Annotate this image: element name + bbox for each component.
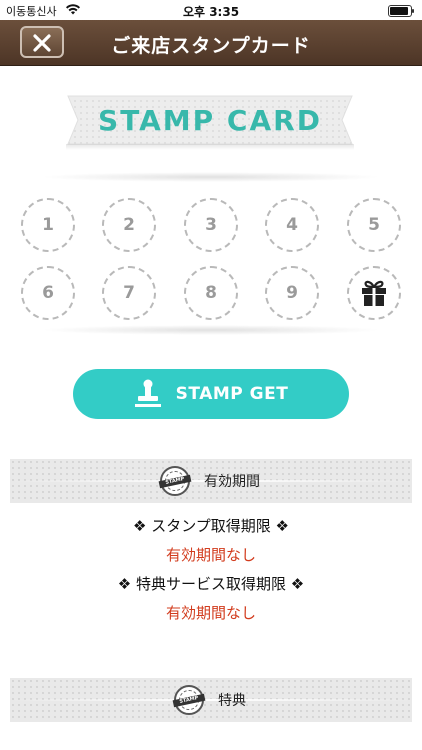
validity-section-header: STAMP 有効期間 bbox=[10, 459, 412, 503]
stamp-icon bbox=[134, 379, 161, 407]
stamp-slot: 3 bbox=[184, 198, 238, 252]
benefit-deadline-heading: ❖ 特典サービス取得期限 ❖ bbox=[117, 575, 305, 593]
stamp-slot: 9 bbox=[265, 266, 319, 320]
divider bbox=[40, 172, 382, 182]
gift-icon bbox=[362, 280, 386, 306]
stamp-slot: 1 bbox=[21, 198, 75, 252]
page-title: ご来店スタンプカード bbox=[111, 35, 311, 57]
stamp-slot: 6 bbox=[21, 266, 75, 320]
status-bar: 이동통신사 오후 3:35 bbox=[0, 0, 422, 20]
section-title: 有効期間 bbox=[204, 474, 260, 490]
section-title: 特典 bbox=[218, 693, 246, 709]
clock: 오후 3:35 bbox=[182, 5, 240, 19]
stamp-get-label: STAMP GET bbox=[175, 384, 289, 404]
stamp-slot: 5 bbox=[347, 198, 401, 252]
stamp-seal-icon: STAMP bbox=[158, 466, 192, 496]
stamp-deadline-heading: ❖ スタンプ取得期限 ❖ bbox=[133, 517, 289, 535]
stamp-slot: 4 bbox=[265, 198, 319, 252]
stamp-seal-icon: STAMP bbox=[172, 685, 206, 715]
stamp-slot: 2 bbox=[102, 198, 156, 252]
divider bbox=[40, 325, 382, 335]
navigation-bar: ご来店スタンプカード bbox=[0, 20, 422, 66]
stamp-get-button[interactable]: STAMP GET bbox=[73, 369, 349, 419]
stamp-deadline-value: 有効期間なし bbox=[165, 546, 256, 564]
close-icon bbox=[33, 34, 51, 52]
benefit-section-header: STAMP 特典 bbox=[10, 678, 412, 722]
reward-slot bbox=[347, 266, 401, 320]
banner-title: STAMP CARD bbox=[98, 104, 322, 137]
close-button[interactable] bbox=[20, 26, 64, 58]
battery-icon bbox=[388, 5, 414, 17]
benefit-deadline-value: 有効期間なし bbox=[165, 604, 256, 622]
stamp-slot: 7 bbox=[102, 266, 156, 320]
battery-level bbox=[390, 7, 408, 15]
divider bbox=[10, 699, 412, 701]
stamp-slot: 8 bbox=[184, 266, 238, 320]
